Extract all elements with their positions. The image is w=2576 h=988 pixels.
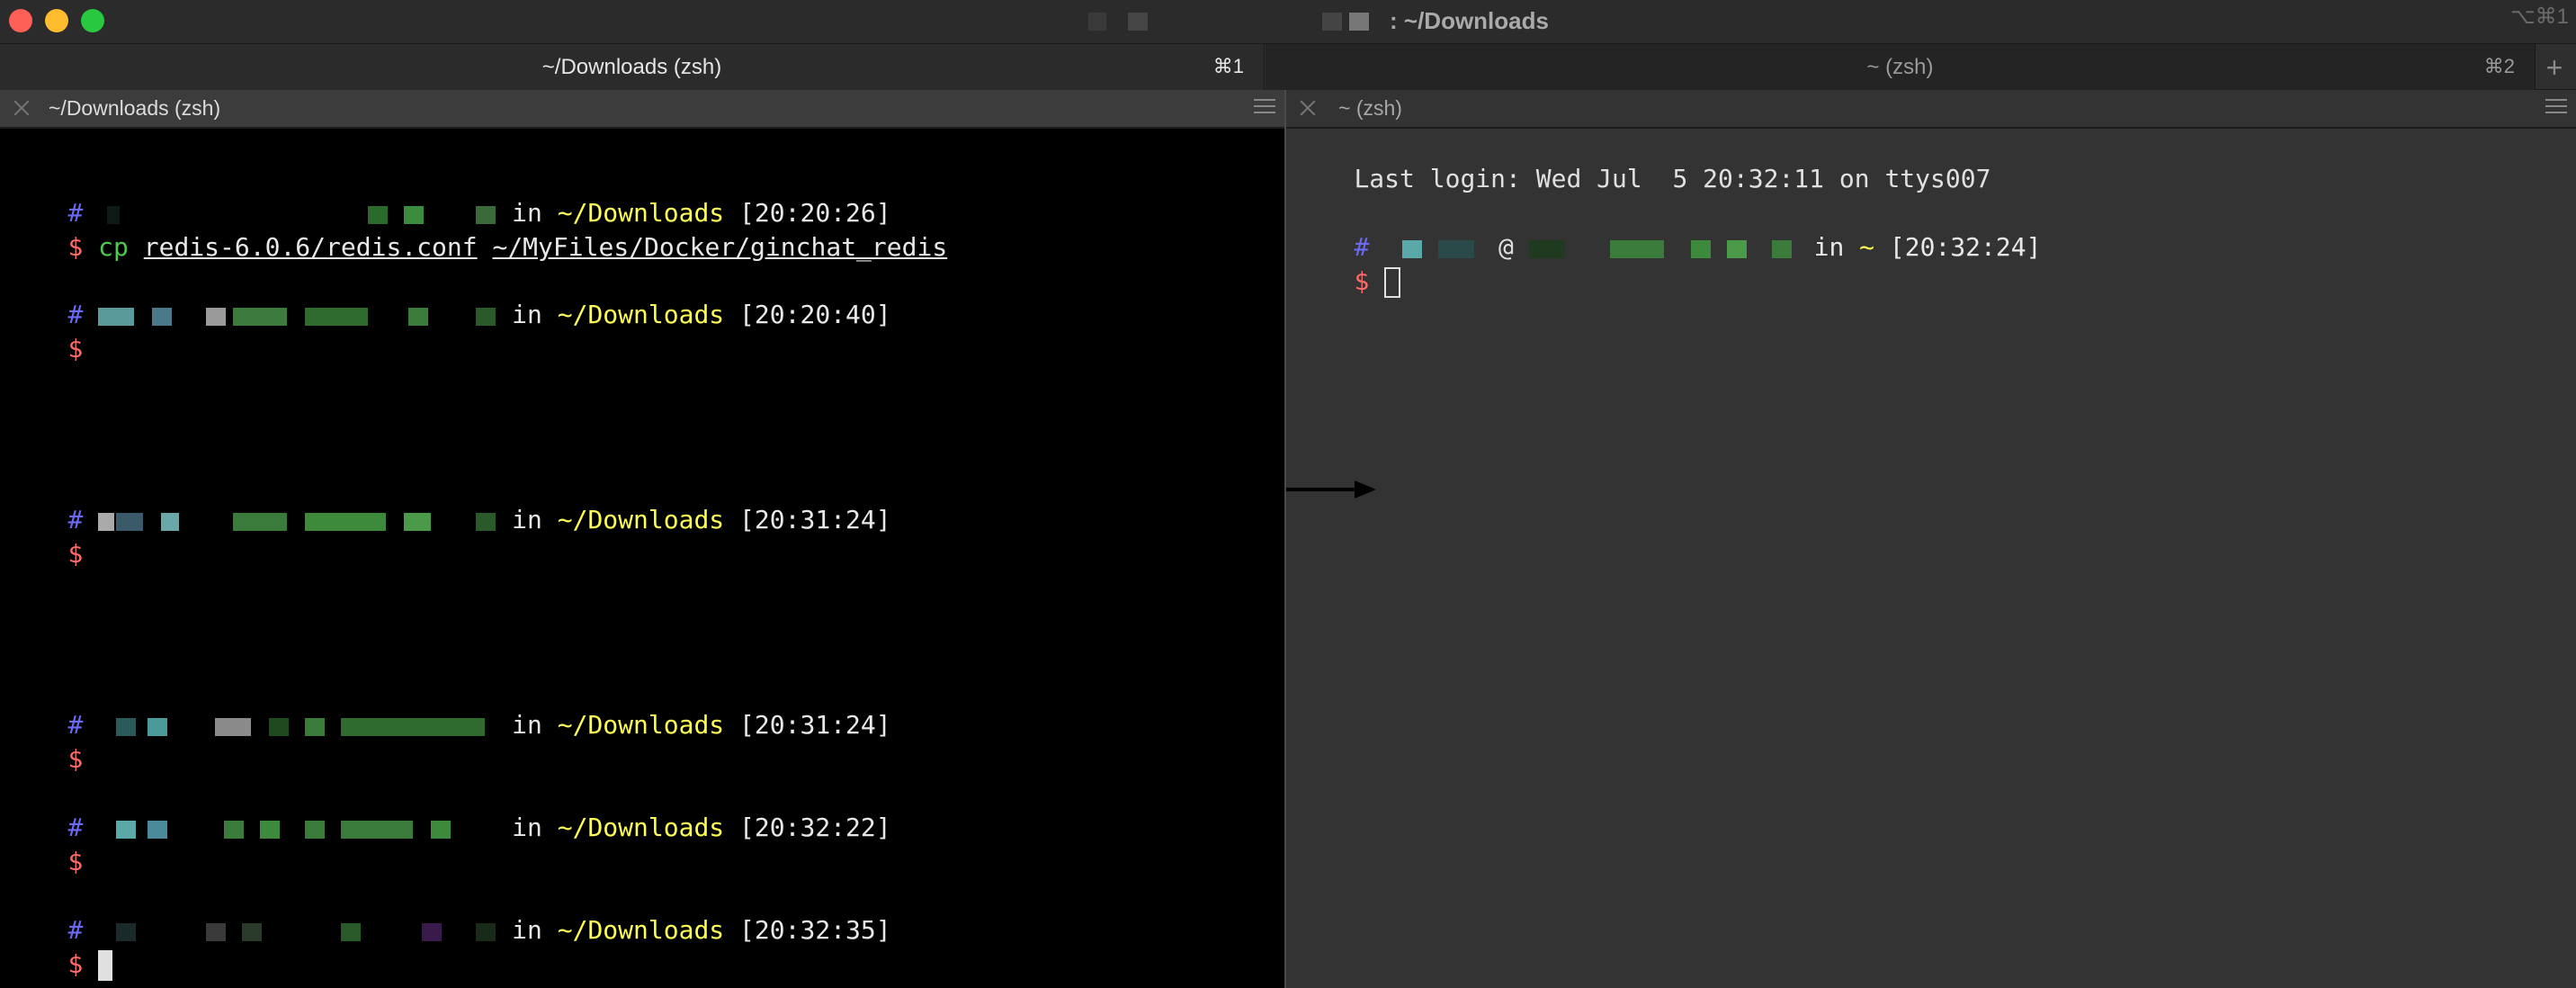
tab-label: ~ (zsh): [1866, 55, 1934, 79]
maximize-window-button[interactable]: [81, 9, 104, 32]
in-label: in: [512, 915, 542, 945]
prompt-time: [20:32:35]: [739, 915, 891, 945]
in-label: in: [1813, 232, 1845, 262]
in-label: in: [512, 813, 542, 842]
tab-home[interactable]: ~ (zsh) ⌘2: [1266, 44, 2536, 91]
prompt-dollar: $: [1354, 266, 1370, 296]
redacted-user: [98, 304, 512, 328]
last-login-line: Last login: Wed Jul 5 20:32:11 on ttys00…: [1293, 130, 1990, 193]
window-title: : ~/Downloads: [1390, 7, 1549, 34]
prompt-dollar: $: [67, 232, 84, 262]
text-cursor: [98, 950, 113, 981]
command-line: $: [7, 506, 83, 569]
at-sign: @: [1498, 232, 1514, 262]
redacted-user: [98, 509, 512, 533]
tab-shortcut: ⌘2: [2483, 55, 2515, 77]
left-terminal-pane[interactable]: # in ~/Downloads [20:20:26] $ cp redis-6…: [0, 129, 1284, 988]
cwd: ~/Downloads: [557, 300, 725, 329]
prompt-line: # in ~/Downloads [20:31:24]: [7, 472, 890, 534]
close-icon[interactable]: [1297, 97, 1319, 119]
command-line: $: [7, 813, 83, 876]
minimize-window-button[interactable]: [45, 9, 68, 32]
command-name: cp: [98, 232, 129, 262]
text-cursor: [1384, 267, 1401, 298]
prompt-line: # @ in ~ [20:32:24]: [1293, 199, 2041, 262]
redacted-user: [98, 817, 512, 840]
command-arg[interactable]: ~/MyFiles/Docker/ginchat_redis: [492, 232, 947, 262]
tab-label: ~/Downloads (zsh): [541, 55, 722, 79]
right-arrow-icon: [1286, 481, 1376, 498]
command-line: $ cp redis-6.0.6/redis.conf ~/MyFiles/Do…: [7, 199, 947, 262]
prompt-time: [20:32:24]: [1889, 232, 2042, 262]
prompt-dollar: $: [67, 847, 84, 876]
close-icon[interactable]: [11, 97, 32, 119]
command-line: $: [7, 301, 83, 364]
close-window-button[interactable]: [9, 9, 32, 32]
right-pane-header: ~ (zsh): [1286, 90, 2576, 128]
cwd: ~/Downloads: [557, 710, 725, 740]
title-bar: : ~/Downloads ⌥⌘1: [0, 0, 2576, 43]
cwd: ~/Downloads: [557, 915, 725, 945]
command-arg[interactable]: redis-6.0.6/redis.conf: [144, 232, 478, 262]
left-pane-header: ~/Downloads (zsh): [0, 90, 1284, 128]
prompt-line: # in ~/Downloads [20:20:40]: [7, 266, 890, 329]
hamburger-menu-icon[interactable]: [2545, 99, 2567, 117]
prompt-line: # in ~/Downloads [20:31:24]: [7, 677, 890, 740]
cwd: ~/Downloads: [557, 505, 725, 534]
prompt-line: # in ~/Downloads [20:32:22]: [7, 779, 890, 842]
prompt-dollar: $: [67, 539, 84, 569]
hamburger-menu-icon[interactable]: [1254, 99, 1275, 117]
redacted-user: [98, 714, 512, 738]
window-shortcut: ⌥⌘1: [2509, 4, 2569, 29]
prompt-time: [20:20:40]: [739, 300, 891, 329]
right-terminal-pane[interactable]: Last login: Wed Jul 5 20:32:11 on ttys00…: [1286, 129, 2576, 988]
tab-shortcut: ⌘1: [1212, 55, 1244, 77]
redacted-user: [98, 920, 512, 943]
prompt-dollar: $: [67, 949, 84, 979]
cwd: ~/Downloads: [557, 813, 725, 842]
in-label: in: [512, 505, 542, 534]
prompt-time: [20:31:24]: [739, 505, 891, 534]
prompt-dollar: $: [67, 744, 84, 774]
new-tab-button[interactable]: +: [2536, 49, 2572, 85]
cwd: ~: [1859, 232, 1875, 262]
tab-bar: ~/Downloads (zsh) ⌘1 ~ (zsh) ⌘2 +: [0, 43, 2576, 91]
command-line: $: [7, 916, 113, 981]
in-label: in: [512, 300, 542, 329]
right-pane-title: ~ (zsh): [1338, 96, 1402, 120]
last-login-text: Last login: Wed Jul 5 20:32:11 on ttys00…: [1354, 164, 1991, 193]
command-line: $: [7, 711, 83, 774]
prompt-line: # in ~/Downloads [20:20:26]: [7, 165, 890, 228]
prompt-time: [20:32:22]: [739, 813, 891, 842]
left-pane-title: ~/Downloads (zsh): [49, 96, 221, 120]
in-label: in: [512, 710, 542, 740]
prompt-time: [20:31:24]: [739, 710, 891, 740]
tab-downloads[interactable]: ~/Downloads (zsh) ⌘1: [0, 44, 1265, 91]
prompt-line: # in ~/Downloads [20:32:35]: [7, 882, 890, 945]
prompt-dollar: $: [67, 334, 84, 364]
redacted-host: [1528, 237, 1799, 260]
redacted-title-prefix: [1088, 9, 1376, 32]
command-line: $: [1293, 233, 1401, 298]
